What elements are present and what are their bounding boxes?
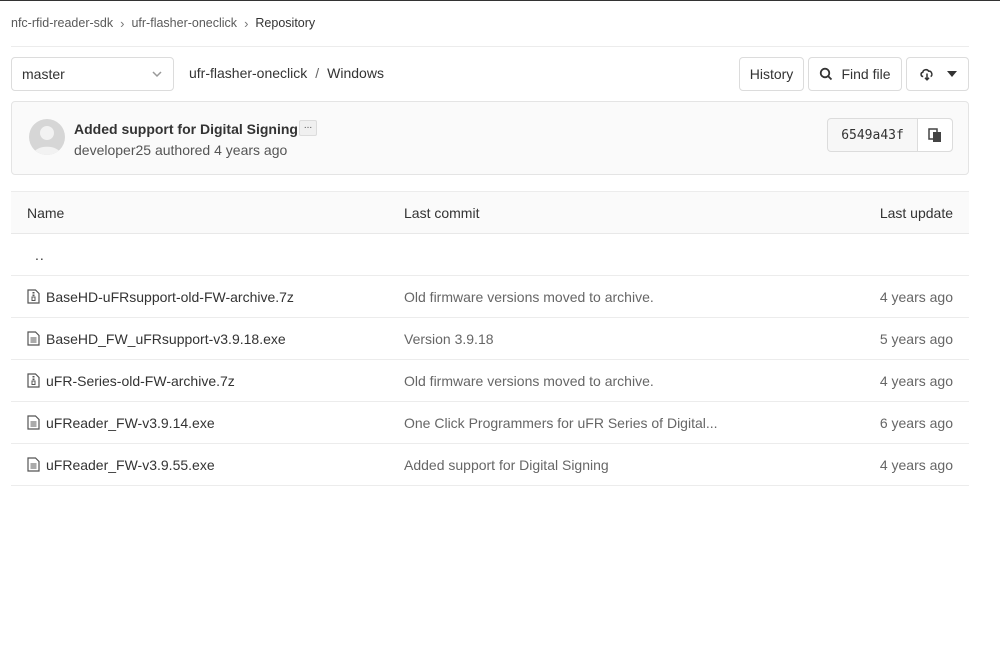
branch-selector[interactable]: master <box>11 57 174 91</box>
caret-down-icon <box>946 71 957 77</box>
commit-title[interactable]: Added support for Digital Signing <box>74 121 298 137</box>
commit-author[interactable]: developer25 <box>74 142 151 158</box>
last-update-date: 4 years ago <box>879 456 953 473</box>
path-item-folder[interactable]: Windows <box>327 65 384 81</box>
header-name: Name <box>27 204 65 221</box>
window-top-border <box>0 0 1000 1</box>
file-icon <box>27 457 40 472</box>
avatar[interactable] <box>29 119 65 155</box>
last-update-date: 4 years ago <box>879 372 953 389</box>
table-row[interactable]: BaseHD_FW_uFRsupport-v3.9.18.exe Version… <box>11 318 969 360</box>
divider <box>11 46 969 47</box>
last-commit-panel: Added support for Digital Signing ... de… <box>11 101 969 175</box>
breadcrumb-repo[interactable]: ufr-flasher-oneclick <box>131 16 237 30</box>
commit-message-link[interactable]: Old firmware versions moved to archive. <box>404 373 654 389</box>
last-update-date: 6 years ago <box>879 414 953 431</box>
table-row[interactable]: uFReader_FW-v3.9.14.exe One Click Progra… <box>11 402 969 444</box>
history-button[interactable]: History <box>739 57 804 91</box>
table-row[interactable]: BaseHD-uFRsupport-old-FW-archive.7z Old … <box>11 276 969 318</box>
cloud-download-icon <box>919 68 933 81</box>
find-file-label: Find file <box>841 66 891 82</box>
chevron-right-icon: › <box>120 15 125 31</box>
history-label: History <box>749 66 794 82</box>
commit-message-link[interactable]: Added support for Digital Signing <box>404 457 609 473</box>
header-last-commit: Last commit <box>404 204 480 221</box>
commit-authored-text: authored 4 years ago <box>154 142 288 158</box>
branch-name: master <box>22 66 65 82</box>
chevron-down-icon <box>152 71 162 78</box>
path-separator: / <box>315 65 320 81</box>
breadcrumb-current[interactable]: Repository <box>255 16 315 30</box>
find-file-button[interactable]: Find file <box>808 57 902 91</box>
download-button[interactable] <box>906 57 969 91</box>
commit-sha[interactable]: 6549a43f <box>828 119 918 151</box>
file-icon <box>27 331 40 346</box>
file-name-link[interactable]: uFReader_FW-v3.9.14.exe <box>46 415 215 431</box>
breadcrumb-project[interactable]: nfc-rfid-reader-sdk <box>11 16 113 30</box>
commit-message-link[interactable]: Old firmware versions moved to archive. <box>404 289 654 305</box>
table-row[interactable]: uFReader_FW-v3.9.55.exe Added support fo… <box>11 444 969 486</box>
copy-sha-button[interactable] <box>918 119 952 151</box>
file-name-link[interactable]: BaseHD_FW_uFRsupport-v3.9.18.exe <box>46 331 286 347</box>
commit-message-link[interactable]: One Click Programmers for uFR Series of … <box>404 415 718 431</box>
parent-directory-link[interactable]: .. <box>35 247 45 263</box>
search-icon <box>820 67 833 81</box>
last-update-date: 4 years ago <box>879 288 953 305</box>
breadcrumb: nfc-rfid-reader-sdk › ufr-flasher-onecli… <box>11 10 315 36</box>
path-item-repo[interactable]: ufr-flasher-oneclick <box>189 65 307 81</box>
table-header: Name Last commit Last update <box>11 191 969 234</box>
archive-file-icon <box>27 373 40 388</box>
chevron-right-icon: › <box>244 15 249 31</box>
header-last-update: Last update <box>879 204 953 221</box>
parent-directory-row[interactable]: .. <box>11 234 969 276</box>
path-breadcrumb: ufr-flasher-oneclick / Windows <box>189 65 384 81</box>
commit-sha-group: 6549a43f <box>827 118 953 152</box>
user-avatar-icon <box>33 126 61 155</box>
file-name-link[interactable]: uFR-Series-old-FW-archive.7z <box>46 373 235 389</box>
expand-commit-button[interactable]: ... <box>299 120 317 136</box>
commit-message-link[interactable]: Version 3.9.18 <box>404 331 494 347</box>
table-row[interactable]: uFR-Series-old-FW-archive.7z Old firmwar… <box>11 360 969 402</box>
archive-file-icon <box>27 289 40 304</box>
file-name-link[interactable]: BaseHD-uFRsupport-old-FW-archive.7z <box>46 289 294 305</box>
last-update-date: 5 years ago <box>879 330 953 347</box>
file-table: Name Last commit Last update .. BaseHD-u… <box>11 191 969 486</box>
copy-icon <box>928 127 941 142</box>
file-icon <box>27 415 40 430</box>
file-name-link[interactable]: uFReader_FW-v3.9.55.exe <box>46 457 215 473</box>
commit-meta: developer25 authored 4 years ago <box>74 142 287 158</box>
